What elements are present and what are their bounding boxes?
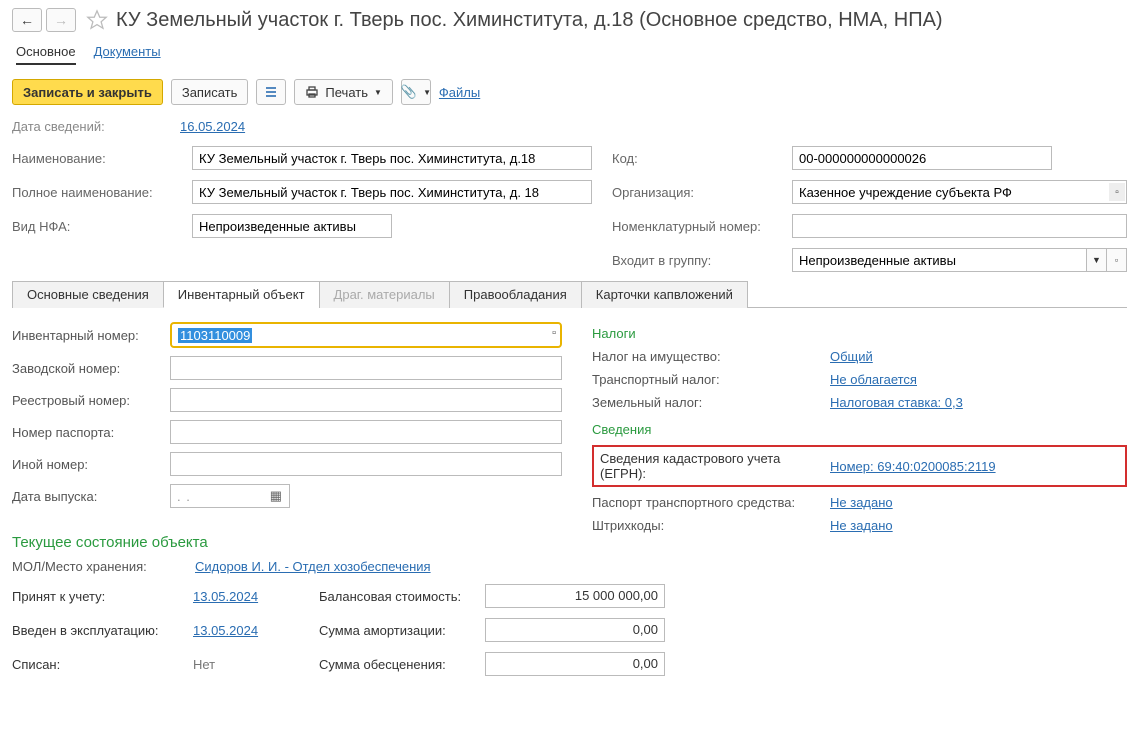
amort-label: Сумма амортизации: xyxy=(319,623,479,638)
list-icon xyxy=(264,85,278,99)
tab-basic-info[interactable]: Основные сведения xyxy=(12,281,164,308)
chevron-down-icon: ▼ xyxy=(423,88,431,97)
name-input[interactable] xyxy=(192,146,592,170)
tab-capex-cards[interactable]: Карточки капвложений xyxy=(581,281,748,308)
property-tax-label: Налог на имущество: xyxy=(592,349,822,364)
writeoff-value: Нет xyxy=(193,657,313,672)
fullname-input[interactable] xyxy=(192,180,592,204)
details-header: Сведения xyxy=(592,422,1127,437)
pts-value[interactable]: Не задано xyxy=(830,495,893,510)
nfa-input[interactable] xyxy=(192,214,392,238)
other-number-input[interactable] xyxy=(170,452,562,476)
inventory-pane: Инвентарный номер: 1103110009 ▫ Заводско… xyxy=(12,308,1127,676)
transport-tax-value[interactable]: Не облагается xyxy=(830,372,917,387)
nomen-label: Номенклатурный номер: xyxy=(612,219,772,234)
code-input[interactable] xyxy=(792,146,1052,170)
nfa-label: Вид НФА: xyxy=(12,219,172,234)
pts-label: Паспорт транспортного средства: xyxy=(592,495,822,510)
registry-number-input[interactable] xyxy=(170,388,562,412)
release-date-value: . . xyxy=(177,489,191,504)
state-header: Текущее состояние объекта xyxy=(12,534,562,551)
group-label: Входит в группу: xyxy=(612,253,772,268)
passport-number-input[interactable] xyxy=(170,420,562,444)
egrn-highlight-box: Сведения кадастрового учета (ЕГРН): Номе… xyxy=(592,445,1127,487)
chevron-down-icon: ▼ xyxy=(374,88,382,97)
print-button[interactable]: Печать ▼ xyxy=(294,79,393,105)
name-label: Наименование: xyxy=(12,151,172,166)
factory-number-label: Заводской номер: xyxy=(12,361,162,376)
factory-number-input[interactable] xyxy=(170,356,562,380)
printer-icon xyxy=(305,85,319,99)
nav-back-button[interactable]: ← xyxy=(12,8,42,32)
tab-main[interactable]: Основное xyxy=(16,44,76,65)
impair-label: Сумма обесценения: xyxy=(319,657,479,672)
egrn-label: Сведения кадастрового учета (ЕГРН): xyxy=(600,451,822,481)
inv-number-input[interactable]: 1103110009 ▫ xyxy=(170,322,562,348)
inuse-value[interactable]: 13.05.2024 xyxy=(193,623,313,638)
group-dropdown-button[interactable]: ▼ xyxy=(1087,248,1107,272)
group-open-button[interactable]: ▫ xyxy=(1107,248,1127,272)
save-and-close-button[interactable]: Записать и закрыть xyxy=(12,79,163,105)
passport-number-label: Номер паспорта: xyxy=(12,425,162,440)
attach-button[interactable]: 📎 ▼ xyxy=(401,79,431,105)
info-date-label: Дата сведений: xyxy=(12,119,172,134)
tab-precious-materials[interactable]: Драг. материалы xyxy=(319,281,450,308)
accepted-value[interactable]: 13.05.2024 xyxy=(193,589,313,604)
taxes-header: Налоги xyxy=(592,326,1127,341)
info-date-value[interactable]: 16.05.2024 xyxy=(180,119,245,134)
release-date-input[interactable]: . . ▦ xyxy=(170,484,290,508)
inv-number-value: 1103110009 xyxy=(178,328,252,343)
mol-label: МОЛ/Место хранения: xyxy=(12,559,187,574)
calendar-icon[interactable]: ▦ xyxy=(270,488,283,504)
inuse-label: Введен в эксплуатацию: xyxy=(12,623,187,638)
barcode-value[interactable]: Не задано xyxy=(830,518,893,533)
land-tax-value[interactable]: Налоговая ставка: 0,3 xyxy=(830,395,963,410)
org-open-button[interactable]: ▫ xyxy=(1109,183,1125,201)
fullname-label: Полное наименование: xyxy=(12,185,172,200)
paperclip-icon: 📎 xyxy=(401,84,417,100)
egrn-value[interactable]: Номер: 69:40:0200085:2119 xyxy=(830,459,996,474)
favorite-star-icon[interactable] xyxy=(86,9,108,31)
tab-documents[interactable]: Документы xyxy=(94,44,161,65)
page-title: КУ Земельный участок г. Тверь пос. Химин… xyxy=(116,9,943,32)
land-tax-label: Земельный налог: xyxy=(592,395,822,410)
save-button[interactable]: Записать xyxy=(171,79,249,105)
list-button[interactable] xyxy=(256,79,286,105)
balance-label: Балансовая стоимость: xyxy=(319,589,479,604)
title-bar: ← → КУ Земельный участок г. Тверь пос. Х… xyxy=(12,8,1127,32)
code-label: Код: xyxy=(612,151,772,166)
tab-inventory-object[interactable]: Инвентарный объект xyxy=(163,281,320,308)
nav-forward-button[interactable]: → xyxy=(46,8,76,32)
files-link[interactable]: Файлы xyxy=(439,85,480,100)
group-input[interactable] xyxy=(792,248,1087,272)
inner-tabs: Основные сведения Инвентарный объект Дра… xyxy=(12,280,1127,308)
writeoff-label: Списан: xyxy=(12,657,187,672)
registry-number-label: Реестровый номер: xyxy=(12,393,162,408)
toolbar: Записать и закрыть Записать Печать ▼ 📎 ▼… xyxy=(12,79,1127,105)
release-date-label: Дата выпуска: xyxy=(12,489,162,504)
main-form: Наименование: Код: Полное наименование: … xyxy=(12,146,1127,272)
org-input[interactable] xyxy=(792,180,1127,204)
nomen-input[interactable] xyxy=(792,214,1127,238)
print-label: Печать xyxy=(325,85,368,100)
tab-ownership[interactable]: Правообладания xyxy=(449,281,582,308)
mol-value[interactable]: Сидоров И. И. - Отдел хозобеспечения xyxy=(195,559,431,574)
barcode-label: Штрихкоды: xyxy=(592,518,822,533)
inv-number-open-icon[interactable]: ▫ xyxy=(552,327,556,339)
other-number-label: Иной номер: xyxy=(12,457,162,472)
accepted-label: Принят к учету: xyxy=(12,589,187,604)
inv-number-label: Инвентарный номер: xyxy=(12,328,162,343)
org-label: Организация: xyxy=(612,185,772,200)
property-tax-value[interactable]: Общий xyxy=(830,349,873,364)
section-tabs: Основное Документы xyxy=(12,44,1127,65)
transport-tax-label: Транспортный налог: xyxy=(592,372,822,387)
